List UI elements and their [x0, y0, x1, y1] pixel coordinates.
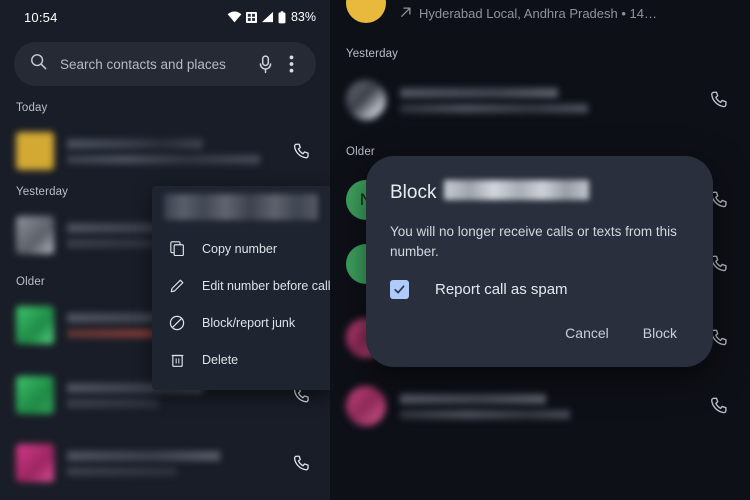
- search-bar[interactable]: [14, 42, 316, 86]
- block-circle-icon: [166, 315, 188, 331]
- phone-handset-icon[interactable]: [704, 391, 734, 421]
- menu-item-label: Edit number before call: [202, 278, 330, 293]
- avatar: [346, 80, 386, 120]
- menu-item-label: Copy number: [202, 241, 278, 256]
- wifi-icon: [227, 11, 242, 23]
- table-row[interactable]: [0, 122, 330, 180]
- status-bar-icons: 83%: [227, 10, 316, 24]
- row-redacted-text: [54, 450, 286, 476]
- menu-item-delete[interactable]: Delete: [152, 341, 330, 378]
- vibrate-icon: [245, 11, 257, 23]
- checkbox-checked-icon[interactable]: [390, 280, 409, 300]
- menu-item-copy-number[interactable]: Copy number: [152, 230, 330, 267]
- avatar: [16, 216, 54, 254]
- battery-icon: [278, 10, 286, 24]
- menu-item-block-report-junk[interactable]: Block/report junk: [152, 304, 330, 341]
- section-label-yesterday: Yesterday: [346, 48, 399, 60]
- signal-icon: [261, 11, 274, 23]
- cancel-button[interactable]: Cancel: [553, 317, 621, 349]
- context-menu: Copy number Edit number before call Bloc…: [152, 186, 330, 390]
- search-input[interactable]: [47, 55, 252, 73]
- status-bar: 10:54 83%: [0, 0, 330, 34]
- dual-pane-screenshot: 10:54 83% Search contacts and places Tod…: [0, 0, 750, 500]
- menu-item-label: Delete: [202, 352, 239, 367]
- copy-icon: [166, 241, 188, 256]
- avatar: [16, 306, 54, 344]
- left-panel-call-log: 10:54 83% Search contacts and places Tod…: [0, 0, 330, 500]
- table-row[interactable]: [330, 376, 750, 436]
- block-button[interactable]: Block: [631, 317, 689, 349]
- dialog-body-text: You will no longer receive calls or text…: [390, 224, 677, 259]
- row-redacted-text: [54, 138, 286, 164]
- avatar: [16, 132, 54, 170]
- microphone-icon[interactable]: [252, 49, 278, 79]
- outgoing-call-arrow-icon: [400, 6, 412, 21]
- menu-item-edit-number-before-call[interactable]: Edit number before call: [152, 267, 330, 304]
- row-redacted-text: [386, 393, 704, 419]
- pencil-icon: [166, 278, 188, 293]
- avatar: [16, 444, 54, 482]
- avatar: [16, 376, 54, 414]
- avatar: [346, 0, 386, 23]
- menu-item-label: Block/report junk: [202, 315, 296, 330]
- section-label-today: Today: [16, 102, 48, 114]
- dialog-actions: Cancel Block: [390, 317, 689, 357]
- row-redacted-text: [386, 87, 704, 113]
- table-row[interactable]: [330, 70, 750, 130]
- status-bar-clock: 10:54: [24, 9, 58, 25]
- search-icon: [30, 53, 47, 75]
- more-vert-icon[interactable]: [278, 49, 304, 79]
- report-spam-label: Report call as spam: [435, 281, 568, 299]
- dialog-title: Block: [390, 178, 689, 204]
- avatar: [346, 386, 386, 426]
- phone-handset-icon[interactable]: [286, 136, 316, 166]
- battery-percent: 83%: [290, 10, 316, 24]
- block-number-dialog: Block You will no longer receive calls o…: [366, 156, 713, 368]
- call-location-subtitle: Hyderabad Local, Andhra Pradesh • 14…: [386, 6, 657, 21]
- phone-handset-icon[interactable]: [704, 85, 734, 115]
- dialog-title-redacted-number: [444, 180, 590, 200]
- trash-icon: [166, 352, 188, 368]
- context-menu-phone-number-redacted: [164, 194, 318, 220]
- report-spam-checkbox-row[interactable]: Report call as spam: [390, 280, 689, 300]
- table-row[interactable]: [0, 434, 330, 492]
- phone-handset-icon[interactable]: [286, 448, 316, 478]
- subtitle-text: Hyderabad Local, Andhra Pradesh • 14…: [419, 5, 657, 21]
- dialog-title-text: Block: [390, 182, 437, 203]
- right-panel-call-log: Hyderabad Local, Andhra Pradesh • 14… Ye…: [330, 0, 750, 500]
- top-partial-row[interactable]: Hyderabad Local, Andhra Pradesh • 14…: [330, 0, 750, 26]
